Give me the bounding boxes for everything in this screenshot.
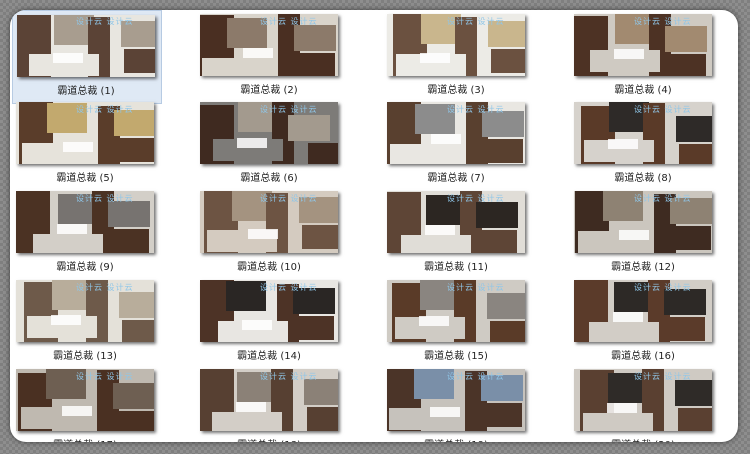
thumbnail-label: 霸道总裁 (12) xyxy=(611,262,675,273)
thumbnail-label: 霸道总裁 (3) xyxy=(427,85,485,96)
thumbnail-label: 霸道总裁 (8) xyxy=(614,173,672,184)
thumbnail-label: 霸道总裁 (5) xyxy=(56,173,114,184)
watermark-text: 设计云 设计云 xyxy=(447,283,505,292)
watermark-text: 设计云 设计云 xyxy=(260,283,318,292)
watermark-text: 设计云 设计云 xyxy=(634,283,692,292)
watermark-text: 设计云 设计云 xyxy=(76,283,134,292)
thumbnail-label: 霸道总裁 (9) xyxy=(56,262,114,273)
watermark-text: 设计云 设计云 xyxy=(447,194,505,203)
watermark-text: 设计云 设计云 xyxy=(76,372,134,381)
thumbnail-label: 霸道总裁 (1) xyxy=(57,86,115,97)
thumbnail-label: 霸道总裁 (2) xyxy=(240,85,298,96)
watermark-text: 设计云 设计云 xyxy=(447,372,505,381)
watermark-text: 设计云 设计云 xyxy=(447,105,505,114)
watermark-text: 设计云 设计云 xyxy=(260,17,318,26)
thumbnail-label: 霸道总裁 (6) xyxy=(240,173,298,184)
thumbnail-label: 霸道总裁 (4) xyxy=(614,85,672,96)
watermark-text: 设计云 设计云 xyxy=(634,194,692,203)
watermark-text: 设计云 设计云 xyxy=(447,17,505,26)
watermark-text: 设计云 设计云 xyxy=(260,105,318,114)
thumbnail-label: 霸道总裁 (17) xyxy=(16,436,154,442)
thumbnail-label: 霸道总裁 (20) xyxy=(574,436,712,442)
watermark-text: 设计云 设计云 xyxy=(260,372,318,381)
file-browser-panel: 霸道总裁 (1) 设计云 设计云 霸道总裁 (2) 设计云 设计云 霸道总裁 (3) 设计… xyxy=(10,10,738,442)
thumbnail-label: 霸道总裁 (13) xyxy=(53,351,117,362)
thumbnail-label: 霸道总裁 (15) xyxy=(424,351,488,362)
watermark-text: 设计云 设计云 xyxy=(76,105,134,114)
thumbnail-label: 霸道总裁 (14) xyxy=(237,351,301,362)
watermark-text: 设计云 设计云 xyxy=(634,372,692,381)
thumbnail-label: 霸道总裁 (7) xyxy=(427,173,485,184)
thumbnail-label: 霸道总裁 (18) xyxy=(200,436,338,442)
watermark-text: 设计云 设计云 xyxy=(634,105,692,114)
thumbnail-label: 霸道总裁 (10) xyxy=(237,262,301,273)
thumbnail-label: 霸道总裁 (11) xyxy=(424,262,488,273)
watermark-text: 设计云 设计云 xyxy=(76,17,134,26)
watermark-text: 设计云 设计云 xyxy=(260,194,318,203)
watermark-text: 设计云 设计云 xyxy=(76,194,134,203)
thumbnail-label: 霸道总裁 (19) xyxy=(387,436,525,442)
thumbnail-grid: 霸道总裁 (1) 设计云 设计云 霸道总裁 (2) 设计云 设计云 霸道总裁 (3) 设计… xyxy=(10,10,738,442)
watermark-text: 设计云 设计云 xyxy=(634,17,692,26)
thumbnail-label: 霸道总裁 (16) xyxy=(611,351,675,362)
